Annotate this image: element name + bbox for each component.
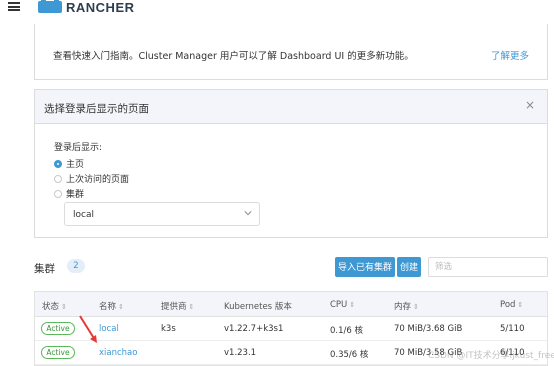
cluster-cpu: 0.1/6 核 <box>330 326 363 336</box>
cluster-name-link[interactable]: xianchao <box>99 348 137 358</box>
logo-text: RANCHER <box>66 0 135 15</box>
watermark: CSDN @IT技术分享ljkust_free <box>428 351 554 361</box>
radio-checked-icon[interactable] <box>54 159 62 168</box>
cluster-version: v1.22.7+k3s1 <box>224 324 284 334</box>
table-row: Active local k3s v1.22.7+k3s1 0.1/6 核 70… <box>35 317 547 341</box>
login-landing-panel: 选择登录后显示的页面 × 登录后显示: 主页 上次访问的页面 集群 local <box>34 89 548 238</box>
sort-icon: ⇕ <box>118 303 124 311</box>
column-header-provider[interactable]: 提供商 ⇕ <box>161 300 194 312</box>
cluster-select[interactable]: local <box>64 202 260 226</box>
top-bar: RANCHER <box>0 0 554 18</box>
column-header-status[interactable]: 状态 ⇕ <box>42 300 67 312</box>
cluster-count-badge: 2 <box>67 259 85 273</box>
panel-title: 选择登录后显示的页面 <box>44 103 149 115</box>
sort-icon: ⇕ <box>349 301 356 309</box>
close-icon[interactable]: × <box>525 98 535 112</box>
rancher-cow-icon <box>38 0 62 13</box>
radio-cluster[interactable]: 集群 <box>54 187 84 200</box>
menu-icon[interactable] <box>8 2 20 11</box>
cluster-name-link[interactable]: local <box>99 324 119 334</box>
chevron-down-icon <box>244 211 252 216</box>
status-badge: Active <box>41 346 75 359</box>
column-header-name[interactable]: 名称 ⇕ <box>99 300 124 312</box>
column-header-cpu[interactable]: CPU ⇕ <box>330 300 355 310</box>
banner-text: 查看快速入门指南。Cluster Manager 用户可以了解 Dashboar… <box>53 51 414 62</box>
status-badge: Active <box>41 322 75 335</box>
sort-icon: ⇕ <box>517 301 524 309</box>
radio-unchecked-icon[interactable] <box>54 174 62 183</box>
sort-icon: ⇕ <box>188 303 195 311</box>
show-after-login-label: 登录后显示: <box>54 143 103 153</box>
column-header-memory[interactable]: 内存 ⇕ <box>394 300 419 312</box>
cluster-select-value: local <box>73 210 94 220</box>
column-header-k8s-version[interactable]: Kubernetes 版本 <box>224 300 292 312</box>
import-cluster-button[interactable]: 导入已有集群 <box>335 257 395 277</box>
radio-unchecked-icon[interactable] <box>54 189 62 198</box>
cluster-provider: k3s <box>161 324 176 334</box>
cluster-cpu: 0.35/6 核 <box>330 350 369 360</box>
cluster-version: v1.23.1 <box>224 348 257 358</box>
clusters-heading: 集群 <box>34 263 55 275</box>
column-header-pod[interactable]: Pod ⇕ <box>500 300 523 310</box>
create-cluster-button[interactable]: 创建 <box>397 257 421 277</box>
panel-header: 选择登录后显示的页面 × <box>35 90 547 124</box>
radio-home[interactable]: 主页 <box>54 157 84 170</box>
radio-label: 上次访问的页面 <box>66 175 130 185</box>
sort-icon: ⇕ <box>413 303 419 311</box>
rancher-logo[interactable]: RANCHER <box>38 0 135 15</box>
sort-icon: ⇕ <box>61 303 67 311</box>
getting-started-banner: 查看快速入门指南。Cluster Manager 用户可以了解 Dashboar… <box>34 24 548 80</box>
cluster-pods: 5/110 <box>500 324 525 334</box>
radio-label: 主页 <box>66 160 85 170</box>
learn-more-link[interactable]: 了解更多 <box>491 48 529 62</box>
filter-input[interactable] <box>428 257 548 277</box>
cluster-memory: 70 MiB/3.68 GiB <box>394 324 463 334</box>
radio-last-visited[interactable]: 上次访问的页面 <box>54 172 129 185</box>
table-header: 状态 ⇕ 名称 ⇕ 提供商 ⇕ Kubernetes 版本 CPU ⇕ 内存 ⇕ Pod ⇕ <box>35 292 547 317</box>
radio-label: 集群 <box>66 190 85 200</box>
